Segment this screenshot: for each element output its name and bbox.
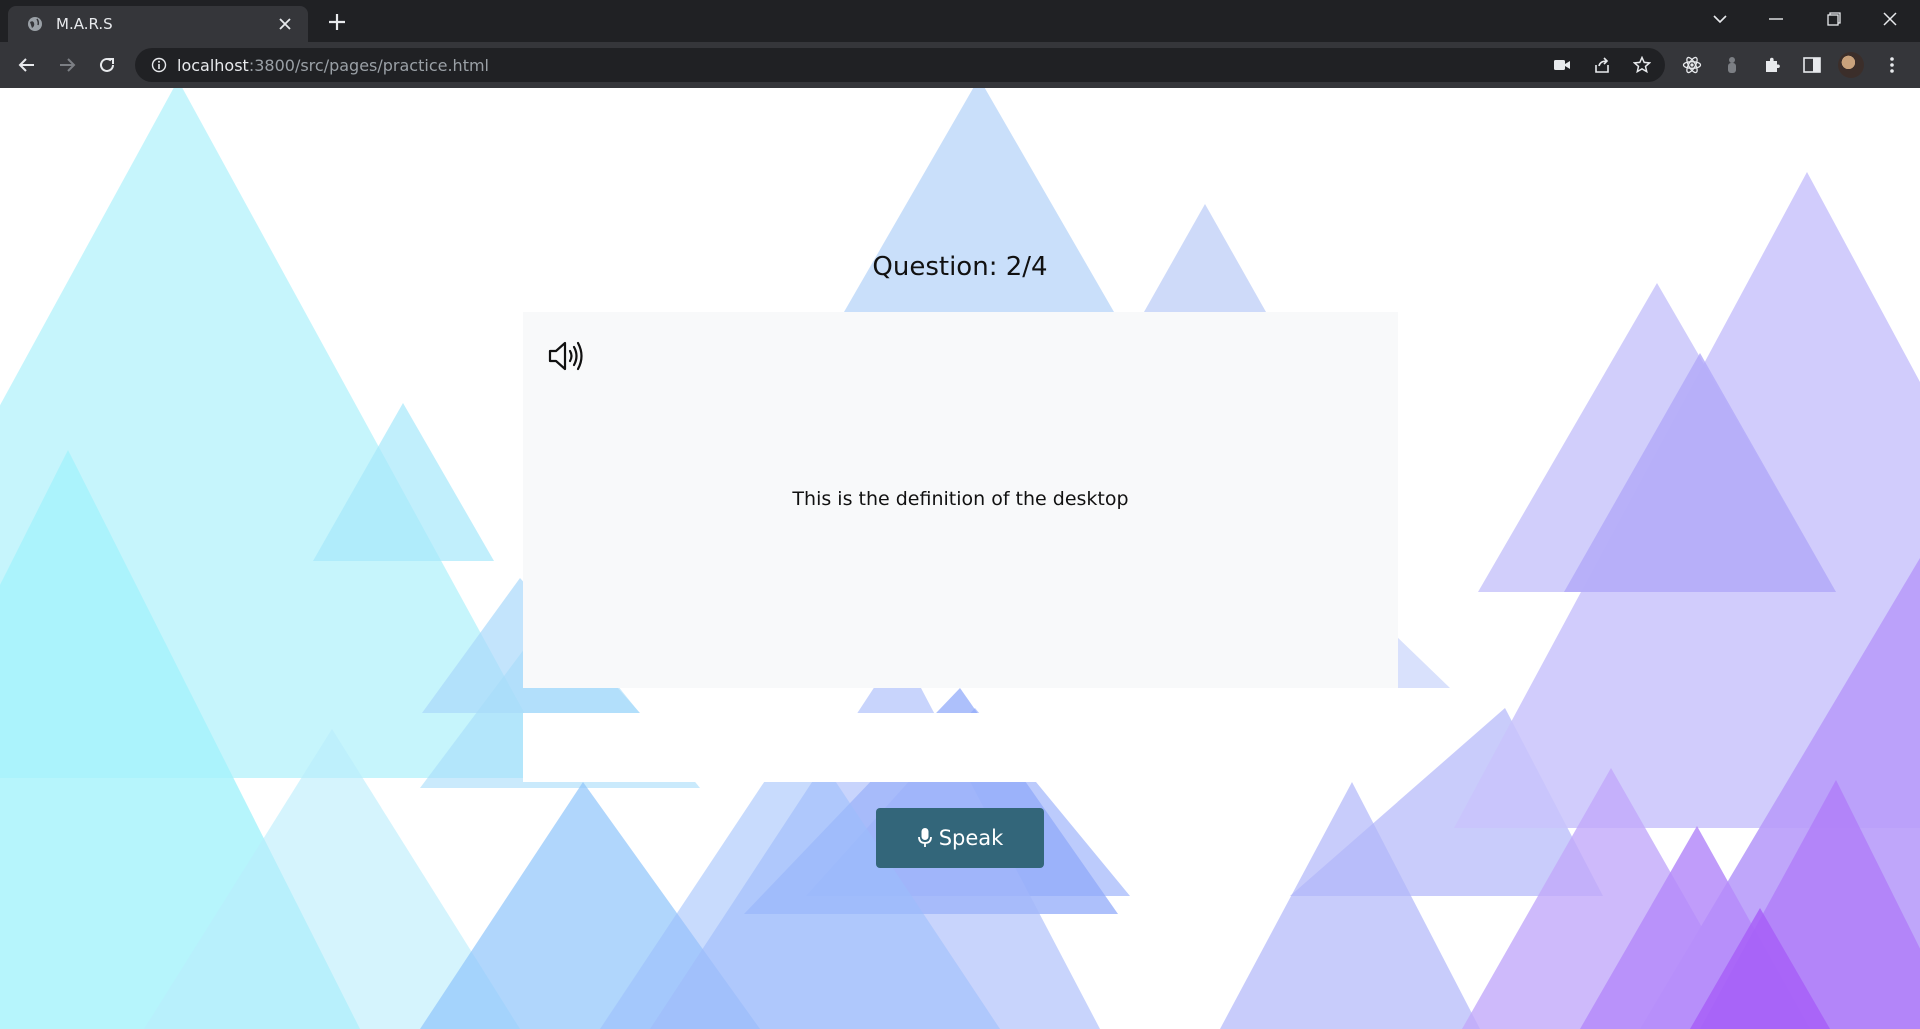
answer-input[interactable] xyxy=(523,713,1398,782)
tab-title: M.A.R.S xyxy=(56,15,113,33)
url-host: localhost xyxy=(177,55,249,75)
address-bar[interactable]: localhost:3800/src/pages/practice.html xyxy=(135,48,1665,82)
back-icon[interactable] xyxy=(11,49,43,81)
menu-dots-icon[interactable] xyxy=(1876,49,1908,81)
browser-tab[interactable]: M.A.R.S xyxy=(8,6,308,42)
question-card: This is the definition of the desktop xyxy=(523,312,1398,688)
extension-icon[interactable] xyxy=(1716,49,1748,81)
tab-search-icon[interactable] xyxy=(1692,0,1748,38)
react-devtools-icon[interactable] xyxy=(1676,49,1708,81)
speaker-icon[interactable] xyxy=(547,338,587,374)
browser-tab-strip: M.A.R.S xyxy=(0,0,1920,42)
close-window-icon[interactable] xyxy=(1862,0,1918,38)
close-tab-icon[interactable] xyxy=(274,13,296,35)
microphone-icon xyxy=(917,827,933,849)
practice-page: Question: 2/4 This is the definition of … xyxy=(0,88,1920,1029)
site-info-icon[interactable] xyxy=(151,57,167,73)
profile-avatar[interactable] xyxy=(1838,52,1864,78)
globe-icon xyxy=(26,15,44,33)
bookmark-star-icon[interactable] xyxy=(1626,49,1658,81)
minimize-icon[interactable] xyxy=(1748,0,1804,38)
puzzle-icon[interactable] xyxy=(1756,49,1788,81)
camera-icon[interactable] xyxy=(1546,49,1578,81)
forward-icon[interactable] xyxy=(51,49,83,81)
speak-button-label: Speak xyxy=(938,826,1004,850)
side-panel-icon[interactable] xyxy=(1796,49,1828,81)
url-path: :3800/src/pages/practice.html xyxy=(248,55,489,75)
definition-text: This is the definition of the desktop xyxy=(792,488,1129,510)
reload-icon[interactable] xyxy=(91,49,123,81)
new-tab-button[interactable] xyxy=(323,8,351,36)
restore-icon[interactable] xyxy=(1806,0,1862,38)
question-counter: Question: 2/4 xyxy=(872,252,1048,282)
share-icon[interactable] xyxy=(1586,49,1618,81)
browser-toolbar: localhost:3800/src/pages/practice.html xyxy=(0,42,1920,88)
speak-button[interactable]: Speak xyxy=(876,808,1044,868)
